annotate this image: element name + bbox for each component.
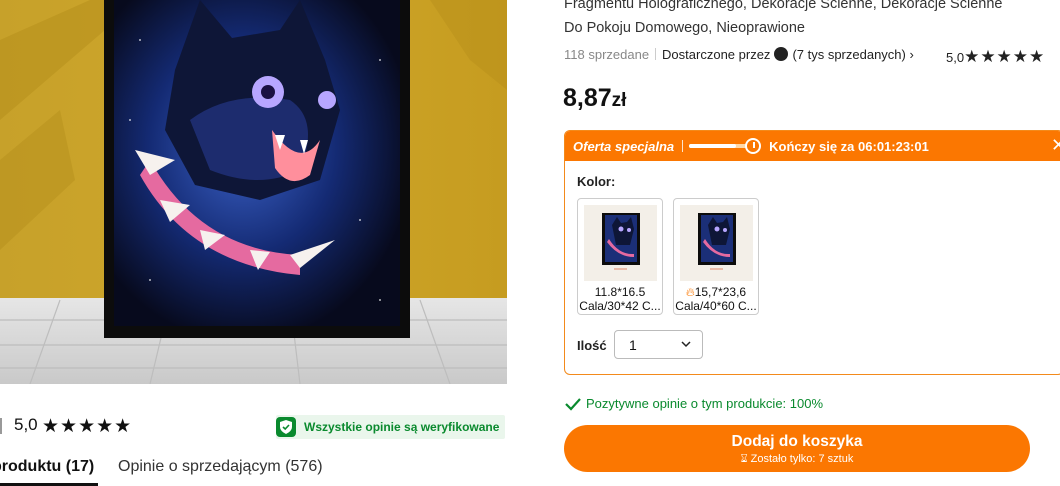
stock-note-text: Zostało tylko: 7 sztuk — [750, 453, 854, 465]
shield-check-icon — [276, 417, 296, 437]
tab-product-reviews[interactable]: produktu (17) — [0, 458, 94, 476]
sold-count: 118 sprzedane — [564, 47, 650, 62]
star-rating-icons: ★★★★★ — [964, 47, 1046, 66]
offer-progress-bar — [689, 144, 750, 148]
quantity-label: Ilość — [577, 338, 607, 353]
variant-thumbnail — [584, 205, 657, 281]
product-rating-value: 5,0 — [946, 50, 965, 65]
close-icon[interactable]: ✕ — [1051, 135, 1060, 156]
offer-countdown: Kończy się za 06:01:23:01 — [769, 138, 929, 154]
color-variant-option[interactable]: 11.8*16.5 Cala/30*42 C... — [577, 198, 663, 315]
tab-seller-reviews[interactable]: Opinie o sprzedającym (576) — [118, 458, 323, 476]
divider — [0, 418, 2, 434]
product-rating[interactable]: 5,0★★★★★ — [946, 47, 1045, 67]
quantity-select[interactable]: 1 — [614, 330, 703, 359]
divider — [682, 140, 684, 152]
color-variant-option[interactable]: 🔥︎15,7*23,6 Cala/40*60 C... — [673, 198, 759, 315]
special-offer-label: Oferta specjalna — [573, 138, 675, 154]
price-value: 8,87 — [563, 84, 612, 112]
variant-size: 11.8*16.5 — [594, 285, 646, 299]
variant-size-text: 15,7*23,6 — [694, 285, 747, 299]
offer-progress-fill — [689, 144, 736, 148]
product-title-line: Do Pokoju Domowego, Nieoprawione — [564, 20, 805, 36]
product-title: Fragmentu Holograficznego, Dekoracje Ści… — [564, 0, 1044, 40]
variant-dimensions: Cala/40*60 C... — [675, 299, 757, 313]
variant-dimensions: Cala/30*42 C... — [579, 299, 661, 313]
store-sales-link[interactable]: (7 tys sprzedanych) — [792, 47, 905, 62]
add-to-cart-label: Dodaj do koszyka — [731, 433, 863, 450]
variant-thumbnail — [680, 205, 753, 281]
reviews-rating: 5,0 — [14, 415, 38, 434]
special-offer-bar: Oferta specjalna Kończy się za 06:01:23:… — [565, 131, 1060, 161]
positive-feedback-text: Pozytywne opinie o tym produkcie: 100% — [586, 396, 824, 411]
reviews-summary: 5,0 ★★★★★ Wszystkie opinie są weryfikowa… — [0, 413, 507, 439]
chevron-down-icon — [681, 341, 691, 348]
stock-note: ⌛︎ Zostało tylko: 7 sztuk — [564, 453, 1030, 466]
special-offer-panel: Oferta specjalna Kończy się za 06:01:23:… — [564, 130, 1060, 375]
variant-size: 🔥︎15,7*23,6 — [674, 285, 758, 300]
divider — [655, 48, 657, 60]
product-image[interactable] — [0, 0, 507, 384]
product-meta: 118 sprzedane Dostarczone przez (7 tys spr… — [564, 47, 1060, 67]
hourglass-icon: ⌛︎ — [740, 453, 751, 465]
delivered-by-label: Dostarczone przez — [662, 47, 771, 62]
clock-icon — [745, 138, 762, 154]
color-label: Kolor: — [577, 174, 616, 189]
product-price: 8,87zł — [563, 84, 626, 113]
price-currency: zł — [611, 90, 627, 111]
add-to-cart-button[interactable]: Dodaj do koszyka ⌛︎ Zostało tylko: 7 szt… — [564, 425, 1030, 472]
checkmark-icon — [565, 397, 581, 411]
positive-feedback: Pozytywne opinie o tym produkcie: 100% — [565, 396, 823, 411]
flame-icon: 🔥︎ — [685, 285, 695, 299]
store-logo-icon[interactable] — [774, 47, 789, 61]
quantity-value: 1 — [629, 337, 637, 353]
product-title-line: Fragmentu Holograficznego, Dekoracje Ści… — [564, 0, 1003, 12]
star-rating-icons: ★★★★★ — [42, 416, 133, 437]
verified-reviews-text: Wszystkie opinie są weryfikowane — [304, 420, 500, 434]
chevron-right-icon[interactable]: › — [906, 47, 913, 62]
verified-reviews-badge: Wszystkie opinie są weryfikowane — [276, 415, 506, 439]
